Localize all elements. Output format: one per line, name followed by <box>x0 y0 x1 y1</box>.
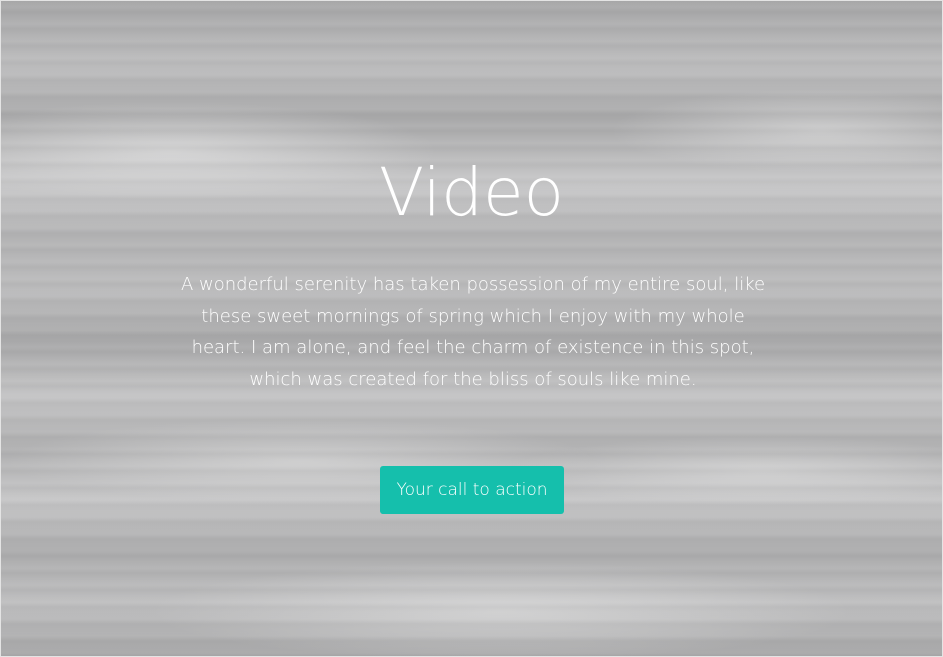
call-to-action-button[interactable]: Your call to action <box>380 466 564 514</box>
hero-description: A wonderful serenity has taken possessio… <box>180 274 766 390</box>
hero-content: Video A wonderful serenity has taken pos… <box>1 1 942 656</box>
hero-title: Video <box>379 154 564 231</box>
hero-section: Video A wonderful serenity has taken pos… <box>0 0 943 657</box>
